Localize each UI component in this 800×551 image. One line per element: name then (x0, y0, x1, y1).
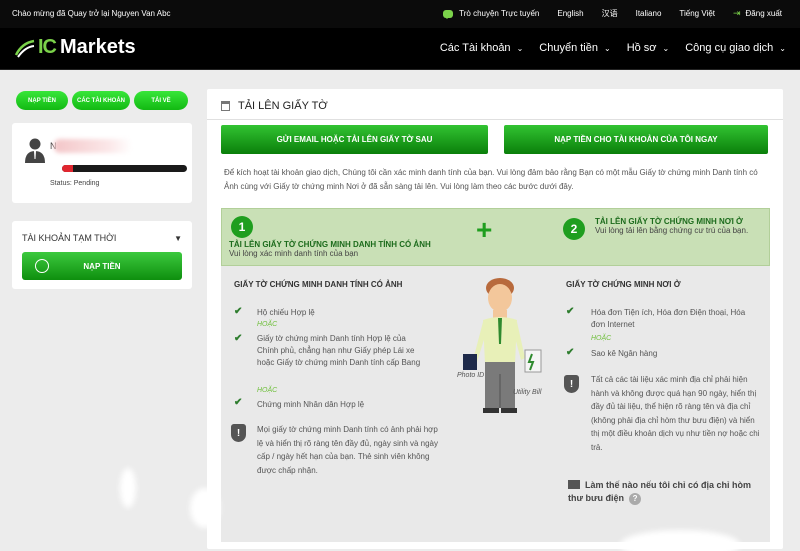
chat-icon (443, 9, 454, 19)
check-icon: ✔ (234, 333, 243, 344)
address-proof-note: Tất cả các tài liệu xác minh địa chỉ phả… (591, 375, 760, 452)
step-2-subtitle: Vui lòng tải lên bằng chứng cư trú của b… (595, 226, 749, 235)
photo-id-heading: GIẤY TỜ CHỨNG MINH DANH TÍNH CÓ ẢNH (234, 280, 403, 289)
live-chat-link[interactable]: Trò chuyện Trực tuyến (443, 9, 539, 19)
divider (207, 119, 783, 120)
photo-id-note: Mọi giấy tờ chứng minh Danh tính có ảnh … (257, 425, 439, 475)
or-label: HOẶC (257, 387, 278, 394)
chevron-down-icon: ⌄ (779, 43, 786, 53)
top-bar-links: Trò chuyện Trực tuyến English 汉语 Italian… (425, 8, 782, 19)
check-icon: ✔ (566, 347, 575, 358)
lang-english[interactable]: English (557, 9, 583, 18)
coin-icon (35, 259, 49, 273)
redacted-name (54, 139, 132, 153)
fund-now-button[interactable]: NẠP TIỀN CHO TÀI KHOẢN CỦA TÔI NGAY (504, 125, 768, 154)
welcome-text: Chào mừng đã Quay trở lại Nguyen Van Abc (12, 9, 171, 18)
step-2-number: 2 (563, 218, 585, 240)
nav-trading-tools[interactable]: Công cụ giao dịch ⌄ (685, 42, 786, 54)
status-text: Status: Pending (50, 180, 100, 187)
progress-fill (62, 165, 74, 172)
nav-accounts[interactable]: Các Tài khoản ⌄ (440, 42, 523, 54)
lang-chinese[interactable]: 汉语 (602, 8, 618, 19)
quick-actions: NẠP TIỀN CÁC TÀI KHOẢN TẢI VỀ (16, 91, 192, 110)
gov-id-item: Giấy tờ chứng minh Danh tính Hợp lệ của … (257, 334, 421, 367)
national-id-item: Chứng minh Nhân dân Hợp lệ (257, 400, 365, 409)
upload-panel: TẢI LÊN GIẤY TỜ GỬI EMAIL HOẶC TẢI LÊN G… (207, 89, 783, 549)
bank-statement-item: Sao kê Ngân hàng (591, 349, 658, 358)
logo-ic-text: IC (38, 36, 57, 58)
blur-mask (120, 468, 136, 508)
mail-icon (568, 480, 580, 489)
step-1-number: 1 (231, 216, 253, 238)
main-header: IC Markets Các Tài khoản ⌄ Chuyển tiền ⌄ H… (0, 28, 800, 70)
help-icon[interactable]: ? (629, 493, 642, 505)
quick-accounts-button[interactable]: CÁC TÀI KHOẢN (72, 91, 130, 110)
email-later-button[interactable]: GỬI EMAIL HOẶC TẢI LÊN GIẤY TỜ SAU (221, 125, 488, 154)
lang-italian[interactable]: Italiano (636, 9, 662, 18)
deposit-button[interactable]: NẠP TIỀN (22, 252, 182, 280)
shield-icon: ! (231, 424, 246, 442)
avatar-icon (25, 138, 45, 163)
or-label: HOẶC (591, 335, 612, 342)
step-1-subtitle: Vui lòng xác minh danh tính của bạn (229, 249, 359, 258)
document-icon (221, 101, 230, 111)
shield-icon: ! (564, 375, 579, 393)
passport-item: Hộ chiếu Hợp lệ (257, 308, 315, 317)
check-icon: ✔ (234, 306, 243, 317)
ic-markets-logo[interactable]: IC Markets (14, 36, 136, 59)
po-box-question[interactable]: Làm thế nào nếu tôi chỉ có địa chỉ hòm t… (568, 479, 768, 505)
account-card: TÀI KHOẢN TẠM THỜI ▼ NẠP TIỀN (12, 221, 192, 289)
main-nav: Các Tài khoản ⌄ Chuyển tiền ⌄ Hồ sơ ⌄ Công … (424, 42, 786, 54)
step-2-title: TẢI LÊN GIẤY TỜ CHỨNG MINH NƠI Ở (595, 217, 743, 226)
logo-icon (14, 39, 35, 58)
logout-link[interactable]: ⇥ Đăng xuất (733, 8, 782, 19)
chevron-down-icon: ⌄ (662, 43, 670, 53)
nav-transfers[interactable]: Chuyển tiền ⌄ (539, 42, 610, 54)
or-label: HOẶC (257, 321, 278, 328)
intro-text: Để kích hoạt tài khoản giao dịch, Chúng … (224, 168, 758, 191)
lang-vietnamese[interactable]: Tiếng Việt (679, 9, 715, 18)
person-illustration (463, 278, 542, 413)
logo-markets-text: Markets (60, 36, 136, 58)
chevron-down-icon: ⌄ (516, 43, 524, 53)
logout-icon: ⇥ (732, 8, 741, 18)
dropdown-icon[interactable]: ▼ (174, 234, 182, 243)
quick-downloads-button[interactable]: TẢI VỀ (134, 91, 188, 110)
top-bar: Chào mừng đã Quay trở lại Nguyen Van Abc… (0, 0, 800, 28)
quick-deposit-button[interactable]: NẠP TIỀN (16, 91, 68, 110)
nav-profile[interactable]: Hồ sơ ⌄ (627, 42, 670, 54)
chevron-down-icon: ⌄ (603, 43, 611, 53)
utility-bill-caption: Utility Bill (513, 389, 542, 396)
blur-mask (190, 488, 220, 528)
plus-icon: + (476, 214, 493, 245)
page-title: TẢI LÊN GIẤY TỜ (221, 100, 328, 112)
step-1-title: TẢI LÊN GIẤY TỜ CHỨNG MINH DANH TÍNH CÓ … (229, 240, 431, 249)
steps-banner: 1 TẢI LÊN GIẤY TỜ CHỨNG MINH DANH TÍNH C… (221, 208, 770, 266)
utility-bill-item: Hóa đơn Tiện ích, Hóa đơn Điện thoại, Hó… (591, 308, 746, 329)
profile-card: N Status: Pending (12, 123, 192, 203)
check-icon: ✔ (566, 306, 575, 317)
requirements-area: GIẤY TỜ CHỨNG MINH DANH TÍNH CÓ ẢNH ✔ Hộ… (221, 266, 770, 542)
check-icon: ✔ (234, 397, 243, 408)
account-title[interactable]: TÀI KHOẢN TẠM THỜI (22, 233, 116, 243)
photo-id-caption: Photo ID (457, 372, 485, 379)
address-proof-heading: GIẤY TỜ CHỨNG MINH NƠI Ở (566, 280, 681, 289)
verification-progress (62, 165, 187, 172)
